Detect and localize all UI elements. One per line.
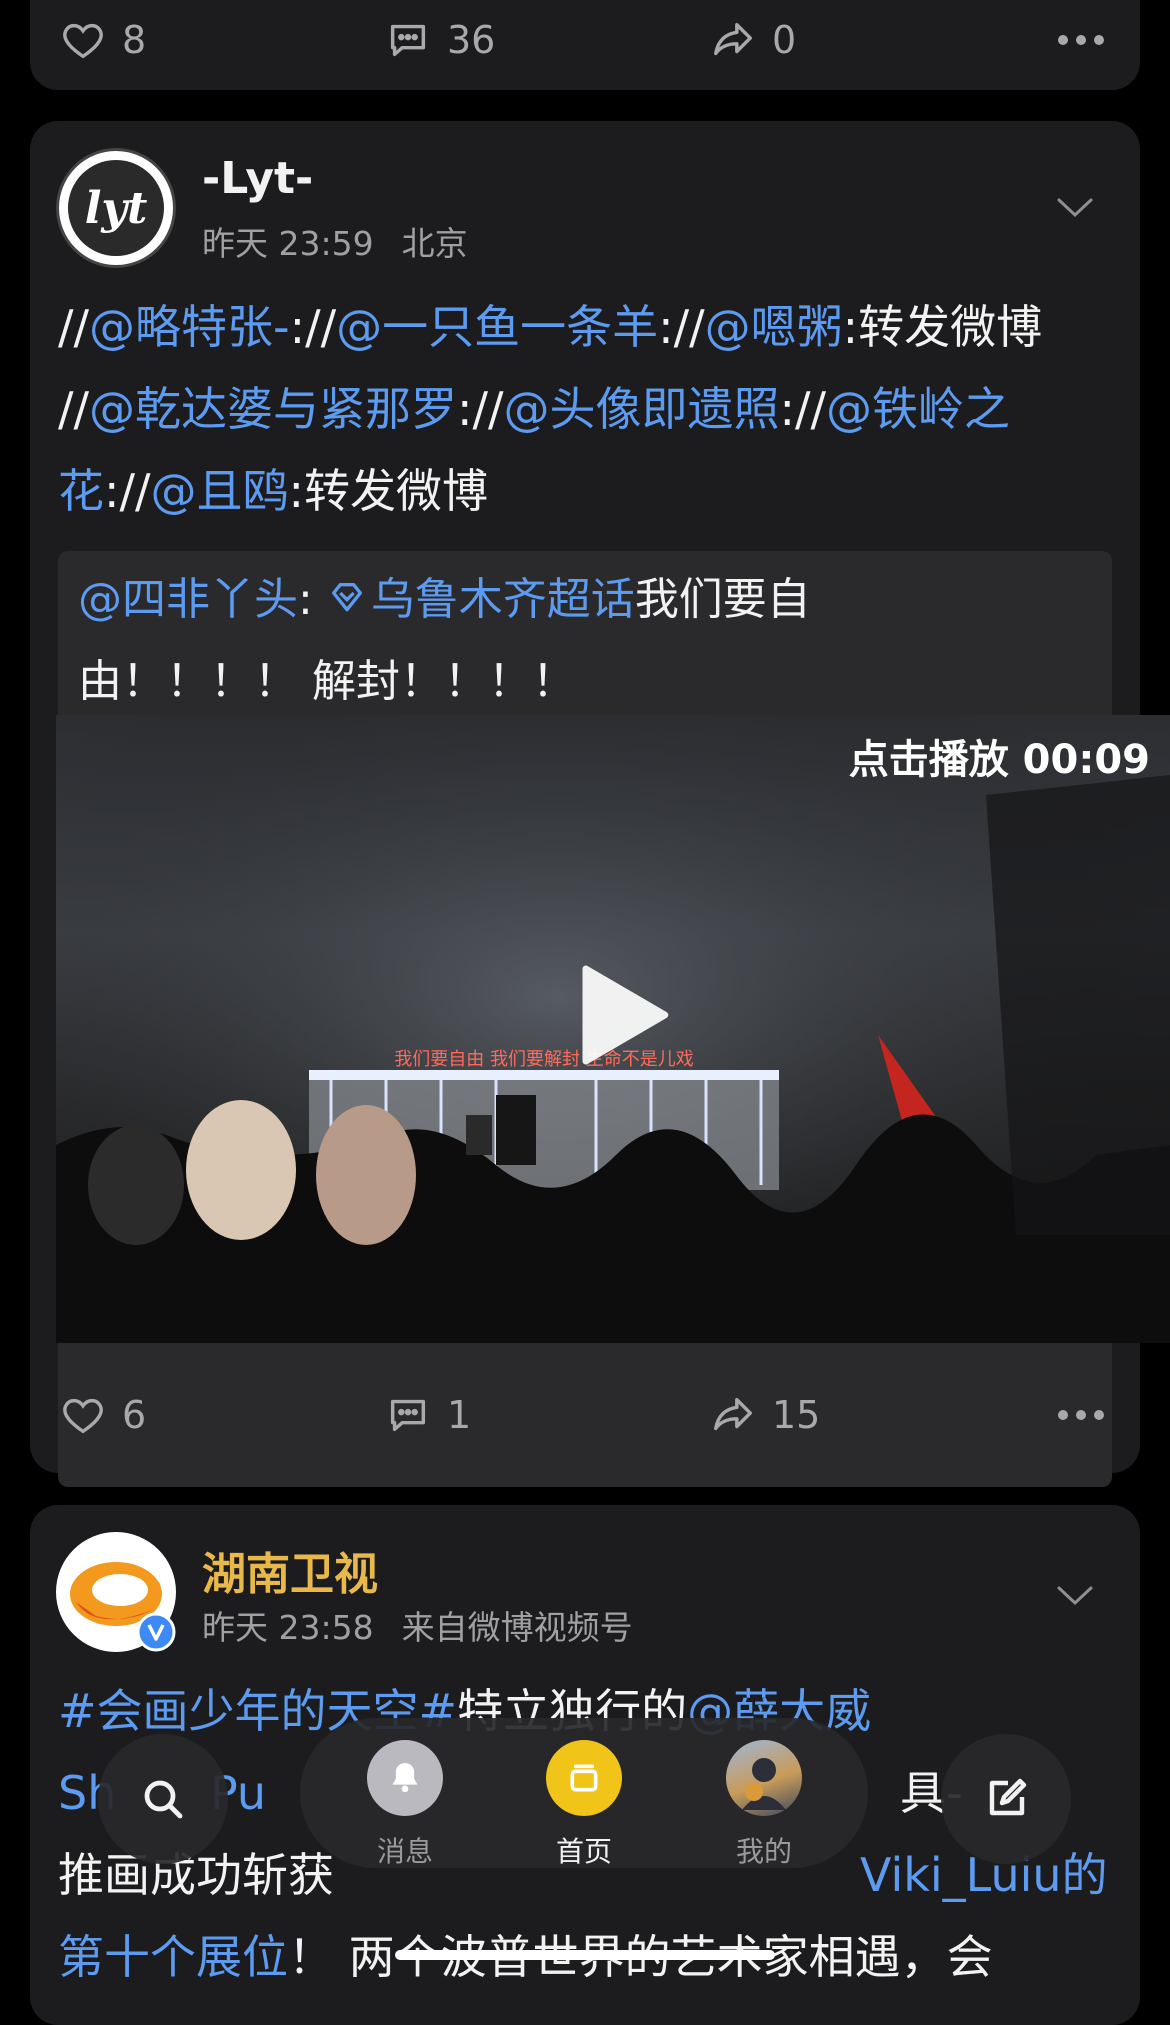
post-time: 昨天 23:58	[202, 1608, 374, 1647]
topic-name: 乌鲁木齐超话	[370, 574, 635, 625]
more-options-button[interactable]	[1058, 1375, 1104, 1455]
post-source: 来自微博视频号	[401, 1608, 633, 1647]
mention-link[interactable]: @嗯粥	[705, 300, 843, 354]
repost-text: @四非丫头: 乌鲁木齐超话我们要自由！！！！ 解封！！！！	[78, 559, 978, 723]
tab-label: 我的	[735, 1835, 792, 1868]
tab-home[interactable]: 首页	[524, 1740, 644, 1870]
chevron-down-icon[interactable]	[1056, 197, 1094, 219]
video-play-label: 点击播放 00:09	[848, 737, 1150, 783]
post-text-fragment[interactable]: 第十个展位	[58, 1930, 288, 1984]
verified-badge-icon	[136, 1612, 176, 1652]
repost-separator: :	[298, 574, 327, 625]
repost-author[interactable]: @四非丫头	[78, 574, 298, 625]
comment-icon	[390, 1399, 426, 1432]
compose-button[interactable]	[941, 1734, 1071, 1864]
bell-icon	[392, 1763, 418, 1793]
post-text-fragment: ://	[779, 382, 827, 436]
post-text-fragment: ://	[457, 382, 504, 436]
repost-button[interactable]: 15	[710, 1375, 820, 1455]
like-count: 6	[122, 1393, 147, 1437]
mention-link[interactable]: @略特张-	[89, 300, 290, 354]
play-icon[interactable]	[566, 960, 676, 1070]
username[interactable]: 湖南卫视	[202, 1538, 378, 1602]
comment-count: 36	[447, 18, 496, 62]
share-icon	[714, 1397, 752, 1431]
more-options-button[interactable]	[1058, 0, 1104, 80]
tab-messages[interactable]: 消息	[345, 1740, 465, 1870]
mention-link[interactable]: @且鸥	[151, 464, 289, 518]
repost-box[interactable]: @四非丫头: 乌鲁木齐超话我们要自由！！！！ 解封！！！！ 我们要自由 我们要解…	[56, 551, 1170, 1487]
post-text-fragment: :转发微博	[288, 464, 489, 518]
comment-button[interactable]: 1	[385, 1375, 471, 1455]
edit-icon	[989, 1778, 1027, 1816]
home-stack-icon	[570, 1764, 598, 1792]
avatar[interactable]: lyt	[56, 148, 176, 268]
diamond-icon	[331, 583, 362, 612]
username[interactable]: -Lyt-	[202, 153, 313, 204]
comment-icon	[390, 24, 426, 57]
post-text-fragment: ://	[289, 300, 337, 354]
repost-count: 15	[772, 1393, 821, 1437]
avatar-logo: lyt	[84, 182, 148, 234]
search-button[interactable]	[98, 1734, 228, 1864]
repost-button[interactable]: 0	[710, 0, 796, 80]
search-icon	[144, 1780, 183, 1819]
heart-icon	[63, 1398, 103, 1434]
like-count: 8	[122, 18, 147, 62]
mention-link[interactable]: @一只鱼一条羊	[336, 300, 658, 354]
previous-post-card: 8 36 0	[30, 0, 1140, 90]
post-meta: 昨天 23:59 北京	[202, 217, 468, 265]
post-location: 北京	[401, 224, 468, 263]
post-meta: 昨天 23:58 来自微博视频号	[202, 1601, 633, 1649]
post-text: //@略特张-://@一只鱼一条羊://@嗯粥:转发微博 //@乾达婆与紧那罗:…	[58, 286, 1118, 532]
profile-photo-icon	[742, 1758, 786, 1810]
comment-button[interactable]: 36	[385, 0, 495, 80]
tab-label: 首页	[555, 1835, 612, 1868]
post-text-fragment: //	[58, 300, 89, 354]
heart-icon	[63, 23, 103, 59]
post-card: lyt -Lyt- 昨天 23:59 北京 //@略特张-://@一只鱼一条羊:/…	[30, 121, 1170, 1487]
post-text-fragment: ://	[658, 300, 705, 354]
repost-count: 0	[772, 18, 797, 62]
tab-label: 消息	[376, 1835, 433, 1868]
mention-link[interactable]: @头像即遗照	[504, 382, 780, 436]
home-indicator	[395, 1950, 775, 1960]
like-button[interactable]: 6	[60, 1375, 146, 1455]
like-button[interactable]: 8	[60, 0, 146, 80]
chevron-down-icon[interactable]	[1056, 1585, 1094, 1607]
mention-link[interactable]: @乾达婆与紧那罗	[89, 382, 457, 436]
comment-count: 1	[447, 1393, 472, 1437]
post-time: 昨天 23:59	[202, 224, 374, 263]
avatar	[726, 1740, 802, 1816]
bottom-navigation: 消息 首页 我的	[300, 1718, 868, 1868]
post-text-fragment: ://	[104, 464, 151, 518]
post-text-fragment: 推画成功斩获	[58, 1848, 334, 1902]
tab-profile[interactable]: 我的	[704, 1740, 824, 1870]
video-player[interactable]: 我们要自由 我们要解封 生命不是儿戏 点击播放 00:09	[56, 715, 1170, 1343]
share-icon	[714, 22, 752, 56]
super-topic-link[interactable]: 乌鲁木齐超话	[327, 574, 635, 625]
